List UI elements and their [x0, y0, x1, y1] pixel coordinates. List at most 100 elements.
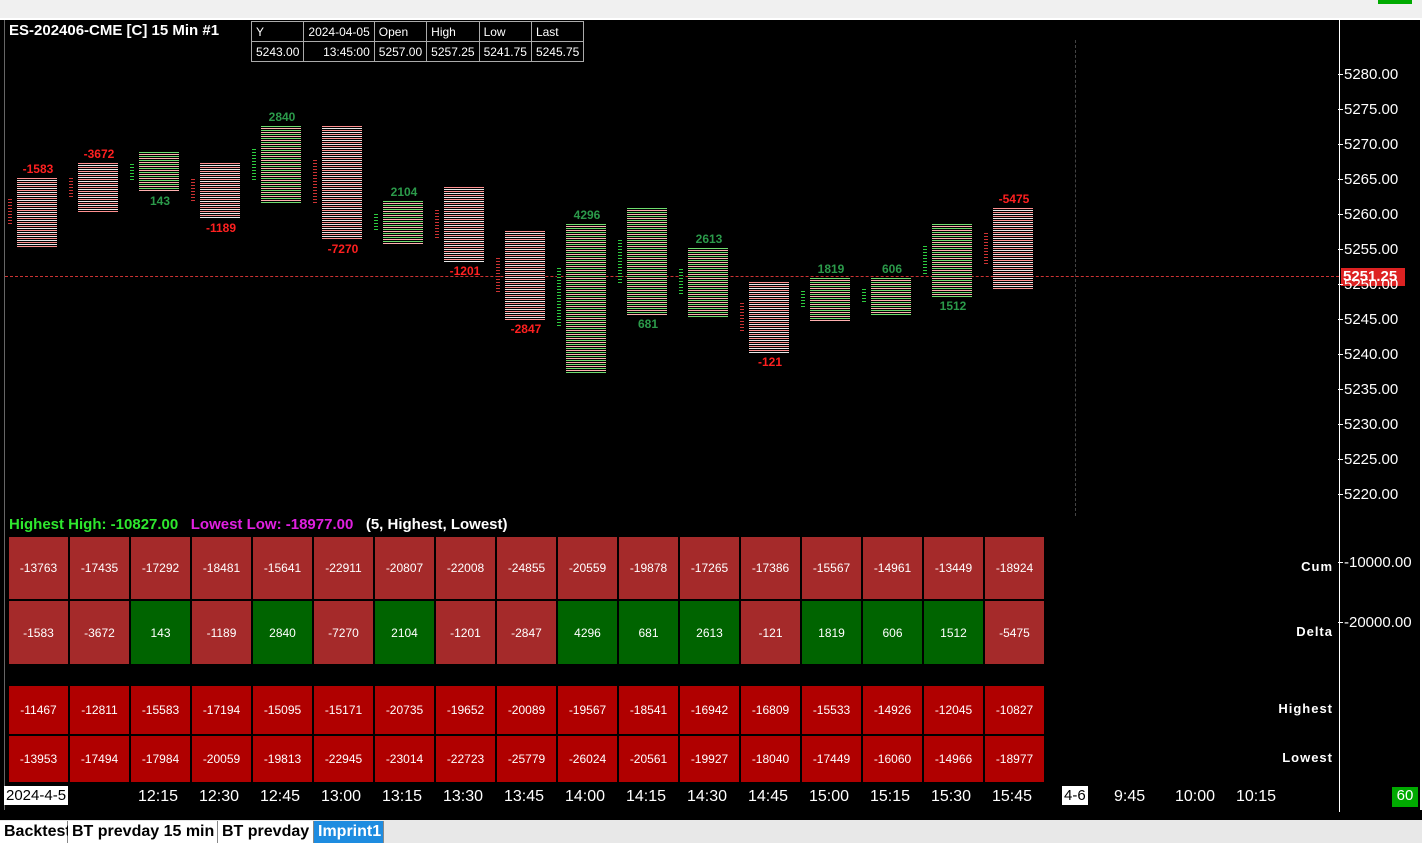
highest-cell: -15095 — [252, 685, 313, 735]
lowest-low-label: Lowest Low: — [190, 516, 282, 533]
bar-delta-label: 2613 — [695, 232, 723, 247]
cum-cell: -18481 — [191, 536, 252, 600]
footprint-bar[interactable] — [444, 187, 484, 263]
bar-delta-label: -1201 — [449, 264, 481, 279]
delta-cell: -2847 — [496, 600, 557, 665]
cum-cell: -15567 — [801, 536, 862, 600]
cum-cell: -18924 — [984, 536, 1045, 600]
delta-cell: 143 — [130, 600, 191, 665]
bar-delta-label: -5475 — [998, 192, 1030, 206]
highest-cell: -19567 — [557, 685, 618, 735]
highest-high-label: Highest High: — [9, 516, 107, 533]
ohlc-header-cell: Last — [530, 21, 585, 42]
highest-cell: -12045 — [923, 685, 984, 735]
price-tick-label: 5230.00 — [1337, 416, 1399, 433]
price-tick-label: 5250.00 — [1337, 276, 1399, 293]
ohlc-header-cell: 2024-04-05 — [303, 21, 375, 42]
time-axis-label: 14:30 — [687, 788, 728, 805]
highest-cell: -15583 — [130, 685, 191, 735]
ohlc-header-cell: High — [426, 21, 480, 42]
cum-cell: -14961 — [862, 536, 923, 600]
delta-cell: 606 — [862, 600, 923, 665]
bar-delta-label: -121 — [757, 355, 783, 370]
study-scale-tick: -20000.00 — [1338, 614, 1412, 631]
volume-profile-tick — [984, 232, 988, 266]
volume-profile-tick — [679, 268, 683, 297]
volume-profile-tick — [557, 268, 561, 328]
row-label-cum: Cum — [1301, 559, 1333, 574]
delta-cell: -3672 — [69, 600, 130, 665]
volume-profile-tick — [618, 240, 622, 283]
volume-profile-tick — [923, 245, 927, 276]
chart-symbol-title: ES-202406-CME [C] 15 Min #1 — [9, 22, 220, 39]
footprint-bar[interactable] — [627, 208, 667, 315]
bar-delta-label: -1583 — [22, 162, 54, 177]
time-axis[interactable]: 12:15 12:30 12:45 13:00 13:15 13:30 13:45 14:00… — [0, 786, 1339, 810]
time-axis-label: 15:15 — [870, 788, 911, 805]
ohlc-header-cell: Low — [478, 21, 532, 42]
time-axis-label: 10:15 — [1236, 788, 1277, 805]
lowest-cell: -19927 — [679, 735, 740, 783]
volume-profile-tick — [740, 303, 744, 332]
highest-cell: -15533 — [801, 685, 862, 735]
lowest-cell: -17449 — [801, 735, 862, 783]
cum-cell: -17265 — [679, 536, 740, 600]
price-tick-label: 5260.00 — [1337, 206, 1399, 223]
lowest-cell: -17494 — [69, 735, 130, 783]
volume-profile-tick — [191, 179, 195, 202]
ohlc-header-cell: Y — [250, 21, 305, 42]
price-tick-label: 5245.00 — [1337, 311, 1399, 328]
delta-cell: 2840 — [252, 600, 313, 665]
footprint-bar[interactable] — [810, 278, 850, 322]
time-axis-label: 13:00 — [321, 788, 362, 805]
highest-cell: -12811 — [69, 685, 130, 735]
footprint-bar[interactable] — [17, 178, 57, 247]
tab-bt-prevday-15min[interactable]: BT prevday 15 min — [68, 821, 218, 843]
price-tick-label: 5255.00 — [1337, 241, 1399, 258]
volume-profile-tick — [130, 164, 134, 181]
volume-profile-tick — [435, 209, 439, 240]
time-axis-label: 14:15 — [626, 788, 667, 805]
row-label-delta: Delta — [1296, 624, 1333, 639]
time-axis-label: 13:45 — [504, 788, 545, 805]
tab-imprint1[interactable]: Imprint1 — [314, 821, 384, 843]
time-axis-label: 13:15 — [382, 788, 423, 805]
footprint-bar[interactable] — [322, 125, 362, 240]
footprint-bar[interactable] — [200, 162, 240, 219]
highest-cell: -18541 — [618, 685, 679, 735]
ohlc-header-row: Y 2024-04-05 Open High Low Last — [250, 21, 585, 42]
footprint-bar[interactable] — [749, 281, 789, 354]
footprint-bar[interactable] — [566, 223, 606, 373]
footprint-bar[interactable] — [688, 248, 728, 317]
window-accent — [1378, 0, 1412, 4]
footprint-bar[interactable] — [383, 201, 423, 245]
bar-delta-label: 681 — [637, 316, 659, 331]
footprint-bar[interactable] — [78, 162, 118, 214]
bar-count-badge: 60 — [1392, 787, 1418, 807]
footprint-bar[interactable] — [932, 223, 972, 298]
delta-cell: 2613 — [679, 600, 740, 665]
cum-cell: -24855 — [496, 536, 557, 600]
footprint-bar[interactable] — [871, 278, 911, 315]
footprint-bar[interactable] — [261, 125, 301, 203]
time-axis-label: 10:00 — [1175, 788, 1216, 805]
footprint-bar[interactable] — [139, 152, 179, 193]
lowest-cell: -18040 — [740, 735, 801, 783]
tab-bt-prevday[interactable]: BT prevday — [218, 821, 314, 843]
price-tick-label: 5225.00 — [1337, 451, 1399, 468]
lowest-cell: -26024 — [557, 735, 618, 783]
footprint-bar[interactable] — [505, 230, 545, 320]
volume-profile-tick — [862, 289, 866, 304]
ohlc-value-row: 5243.00 13:45:00 5257.00 5257.25 5241.75 5245… — [250, 41, 585, 62]
tab-backtest[interactable]: Backtest — [0, 821, 71, 843]
bar-delta-label: 1819 — [817, 262, 845, 276]
volume-profile-tick — [801, 291, 805, 309]
bar-delta-label: 1512 — [939, 299, 967, 314]
footprint-bar[interactable] — [993, 208, 1033, 291]
delta-cell: 2104 — [374, 600, 435, 665]
chart-left-border — [4, 20, 5, 810]
time-axis-label: 14:45 — [748, 788, 789, 805]
time-axis-label: 15:30 — [931, 788, 972, 805]
delta-cell: 681 — [618, 600, 679, 665]
volume-profile-tick — [8, 198, 12, 227]
